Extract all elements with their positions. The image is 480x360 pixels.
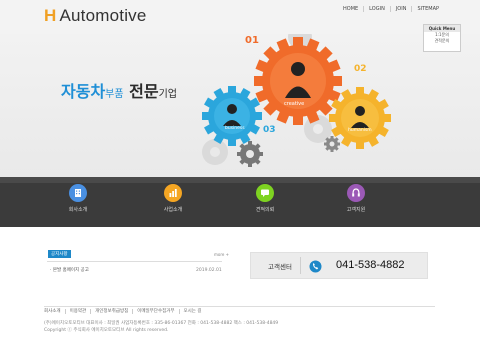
menu-item-estimate[interactable]: 견적의뢰 [235, 184, 295, 213]
customer-center-label: 고객센터 [268, 263, 292, 271]
nav-login[interactable]: LOGIN [363, 6, 390, 12]
divider [300, 257, 301, 274]
logo[interactable]: H Automotive [44, 6, 147, 26]
slogan-word-1: 자동차 [61, 82, 106, 101]
notice-title: 공지사항 [48, 250, 71, 258]
menu-item-label: 회사소개 [68, 207, 88, 213]
orange-gear-icon [254, 37, 342, 125]
headset-icon [347, 184, 365, 202]
footer-link-terms[interactable]: 이용약관 [64, 309, 91, 314]
menu-item-label: 사업소개 [163, 207, 183, 213]
footer-link-company[interactable]: 회사소개 [44, 309, 65, 314]
menu-item-label: 견적의뢰 [255, 207, 275, 213]
quick-menu-item[interactable]: 견적문의 [424, 38, 460, 44]
quick-menu: Quick Menu 1:1문의 견적문의 [423, 24, 461, 52]
customer-center-phone: 041-538-4882 [336, 259, 405, 271]
hero-banner [0, 34, 480, 177]
slogan-word-3: 전문 [129, 82, 159, 101]
quick-menu-title: Quick Menu [424, 25, 460, 32]
logo-text: Automotive [59, 6, 147, 25]
logo-mark: H [44, 6, 57, 25]
gear-number-02: 02 [354, 64, 367, 74]
building-icon [69, 184, 87, 202]
blue-gear-icon [202, 86, 262, 146]
footer-nav: 회사소개 이용약관 개인정보취급방침 이메일무단수집거부 오시는 길 [44, 309, 206, 314]
hero-slogan: 자동차부품 전문기업 [61, 78, 177, 102]
divider [47, 261, 222, 262]
divider [44, 306, 435, 307]
bar-chart-icon [164, 184, 182, 202]
menu-item-business[interactable]: 사업소개 [143, 184, 203, 213]
footer-copyright: Copyright ⓒ 주식회사 에이치오토모티브 All rights res… [44, 328, 169, 333]
top-nav: HOME LOGIN JOIN SITEMAP [338, 6, 444, 12]
footer-link-location[interactable]: 오시는 길 [178, 309, 206, 314]
nav-join[interactable]: JOIN [389, 6, 412, 12]
slogan-word-4: 기업 [158, 89, 178, 100]
notice-item[interactable]: · 본발 홈페이지 공고 [50, 267, 89, 273]
nav-sitemap[interactable]: SITEMAP [411, 6, 444, 12]
gear-number-01: 01 [245, 35, 259, 46]
menu-item-label: 고객지원 [346, 207, 366, 213]
gear-number-03: 03 [263, 125, 276, 135]
menu-item-company[interactable]: 회사소개 [48, 184, 108, 213]
chat-icon [256, 184, 274, 202]
phone-icon [309, 258, 322, 273]
notice-date: 2019.02.01 [196, 268, 222, 273]
gear-label-business: business [225, 126, 245, 131]
menu-item-support[interactable]: 고객지원 [326, 184, 386, 213]
footer-address: (주)에이치오토모티브 대표이사 : 최일권 사업자등록번호 : 335-86-… [44, 321, 279, 326]
nav-home[interactable]: HOME [338, 6, 363, 12]
gears-illustration [202, 34, 391, 167]
gear-label-creative: creative [284, 101, 305, 107]
menu-band-top [0, 177, 480, 183]
notice-more-link[interactable]: more + [214, 252, 229, 257]
gear-label-humanism: humanism [348, 128, 372, 133]
footer-link-email-policy[interactable]: 이메일무단수집거부 [132, 309, 178, 314]
footer-link-privacy[interactable]: 개인정보취급방침 [90, 309, 132, 314]
slogan-word-2: 부품 [105, 89, 124, 100]
